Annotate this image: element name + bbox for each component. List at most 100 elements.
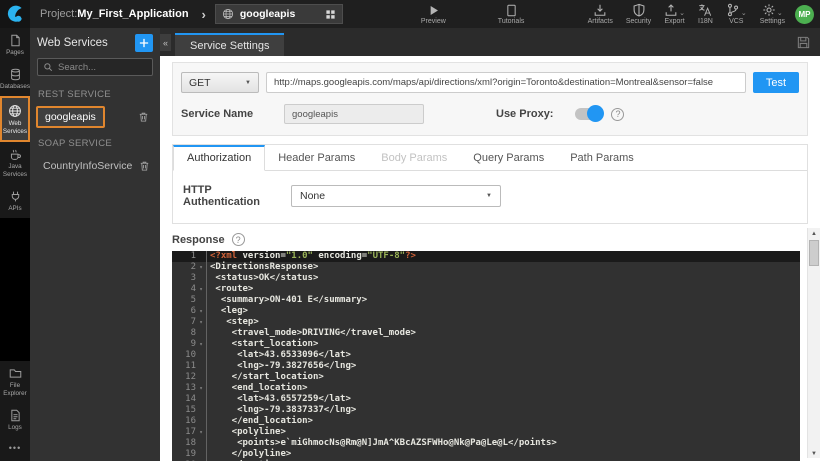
tutorials-button[interactable]: Tutorials <box>497 4 525 25</box>
service-item-googleapis[interactable]: googleapis <box>36 106 154 128</box>
code-text: <travel_mode>DRIVING</travel_mode> <box>206 328 416 339</box>
code-text: <step> <box>206 317 259 328</box>
sidebar-item-databases[interactable]: Databases <box>0 62 30 96</box>
test-button[interactable]: Test <box>753 72 799 93</box>
trash-icon[interactable] <box>139 160 150 172</box>
topbar-item-artifacts[interactable]: Artifacts <box>588 3 613 25</box>
service-name-input[interactable] <box>284 104 424 124</box>
fold-marker-icon[interactable]: ▾ <box>196 306 206 317</box>
tab-service-settings[interactable]: Service Settings <box>175 33 285 56</box>
grid-icon[interactable] <box>325 9 336 20</box>
fold-marker-icon <box>196 416 206 427</box>
artifacts-icon <box>593 3 607 17</box>
tab-header-params[interactable]: Header Params <box>265 145 368 171</box>
service-search-box[interactable] <box>37 58 153 76</box>
line-number: 5 <box>190 295 196 305</box>
sidebar-item-pages[interactable]: Pages <box>0 28 30 62</box>
trash-icon[interactable] <box>138 111 149 123</box>
response-help-icon[interactable]: ? <box>231 233 245 246</box>
services-sections: REST SERVICE googleapis SOAP SERVICE Countr… <box>30 81 160 179</box>
topbar-item-security[interactable]: Security <box>626 3 651 25</box>
code-text: <points>e`miGhmocNs@Rm@N]JmA^KBcAZSFWHo@… <box>206 438 557 449</box>
http-method-select[interactable]: GET ▼ <box>181 72 259 93</box>
code-text: <lat>43.6557259</lat> <box>206 394 351 405</box>
fold-marker-icon[interactable]: ▾ <box>196 262 206 273</box>
tutorials-label: Tutorials <box>497 17 525 25</box>
databases-icon <box>9 68 22 81</box>
code-text: <route> <box>206 284 253 295</box>
topbar-item-label: I18N <box>698 18 713 25</box>
current-service-box[interactable]: googleapis <box>214 4 343 24</box>
code-line: 17 ▾ <polyline> <box>172 427 800 438</box>
more-options-icon[interactable]: ••• <box>0 437 30 461</box>
topbar-item-settings[interactable]: ⌄ Settings <box>760 3 785 25</box>
service-search-input[interactable] <box>58 61 147 73</box>
code-line: 13 ▾ <end_location> <box>172 383 800 394</box>
use-proxy-label: Use Proxy: <box>496 108 554 120</box>
tab-path-params[interactable]: Path Params <box>557 145 647 171</box>
chevron-down-icon: ⌄ <box>776 10 783 17</box>
line-number: 10 <box>185 350 196 360</box>
topbar-item-vcs[interactable]: ⌄ VCS <box>726 3 747 25</box>
sidebar-item-logs[interactable]: Logs <box>0 403 30 437</box>
code-text: <?xml version="1.0" encoding="UTF-8"?> <box>206 251 416 262</box>
proxy-help-icon[interactable]: ? <box>611 107 625 121</box>
use-proxy-toggle[interactable] <box>575 105 605 122</box>
editor-tabbar: « Service Settings <box>160 28 820 56</box>
code-line: 6 ▾ <leg> <box>172 306 800 317</box>
user-avatar[interactable]: MP <box>795 4 814 24</box>
collapse-panel-button[interactable]: « <box>160 34 171 51</box>
preview-button[interactable]: Preview <box>421 4 446 25</box>
topbar-item-i18n[interactable]: I18N <box>698 3 713 25</box>
topbar-item-label: Artifacts <box>587 18 613 25</box>
add-service-button[interactable] <box>135 34 153 52</box>
sidebar-item-file-explorer[interactable]: File Explorer <box>0 361 30 403</box>
code-line: 10 <lat>43.6533096</lat> <box>172 350 800 361</box>
file-explorer-icon <box>9 367 22 380</box>
tab-query-params[interactable]: Query Params <box>460 145 557 171</box>
chevron-down-icon: ⌄ <box>679 10 686 17</box>
project-name: My_First_Application <box>77 8 189 20</box>
logs-icon <box>9 409 22 422</box>
vcs-icon <box>726 3 740 17</box>
app-logo[interactable] <box>0 0 30 28</box>
fold-marker-icon <box>196 328 206 339</box>
code-line: 12 </start_location> <box>172 372 800 383</box>
fold-marker-icon[interactable]: ▾ <box>196 317 206 328</box>
service-item-label[interactable]: CountryInfoService <box>36 157 139 175</box>
http-auth-select[interactable]: None ▼ <box>291 185 501 207</box>
sidebar-item-label: File Explorer <box>3 382 27 398</box>
sidebar-item-web-services[interactable]: Web Services <box>0 95 30 143</box>
service-item-label[interactable]: googleapis <box>36 106 105 128</box>
tab-authorization[interactable]: Authorization <box>173 145 266 171</box>
response-editor[interactable]: 1 <?xml version="1.0" encoding="UTF-8"?> 2… <box>172 251 800 461</box>
scroll-down-icon[interactable]: ▼ <box>808 451 820 457</box>
scrollbar[interactable]: ▲ ▼ <box>807 228 820 458</box>
sidebar-item-label: Pages <box>6 49 24 56</box>
fold-marker-icon <box>196 273 206 284</box>
sidebar-item-java-services[interactable]: Java Services <box>0 142 30 184</box>
code-line: 11 <lng>-79.3827656</lng> <box>172 361 800 372</box>
fold-marker-icon[interactable]: ▾ <box>196 383 206 394</box>
sidebar-item-apis[interactable]: APIs <box>0 184 30 218</box>
topbar-item-export[interactable]: ⌄ Export <box>664 3 685 25</box>
wavemaker-logo-icon <box>5 4 25 24</box>
code-text: <lng>-79.3837337</lng> <box>206 405 356 416</box>
line-number: 15 <box>185 405 196 415</box>
fold-marker-icon <box>196 361 206 372</box>
service-item-countryinfoservice[interactable]: CountryInfoService <box>36 155 154 177</box>
scrollbar-thumb[interactable] <box>809 240 819 266</box>
scroll-up-icon[interactable]: ▲ <box>808 228 820 239</box>
code-text: <start_location> <box>206 339 318 350</box>
code-line: 18 <points>e`miGhmocNs@Rm@N]JmA^KBcAZSFW… <box>172 438 800 449</box>
fold-marker-icon[interactable]: ▾ <box>196 427 206 438</box>
topbar: Project:My_First_Application › googleapi… <box>0 0 820 28</box>
line-number: 12 <box>185 372 196 382</box>
fold-marker-icon[interactable]: ▾ <box>196 339 206 350</box>
fold-marker-icon[interactable]: ▾ <box>196 284 206 295</box>
icon-sidebar: Pages Databases Web Services Java Services A… <box>0 28 30 461</box>
code-text: <summary>ON-401 E</summary> <box>206 295 367 306</box>
chevron-right-icon: › <box>201 6 206 22</box>
request-url-input[interactable] <box>266 72 746 93</box>
save-icon[interactable] <box>796 35 811 50</box>
